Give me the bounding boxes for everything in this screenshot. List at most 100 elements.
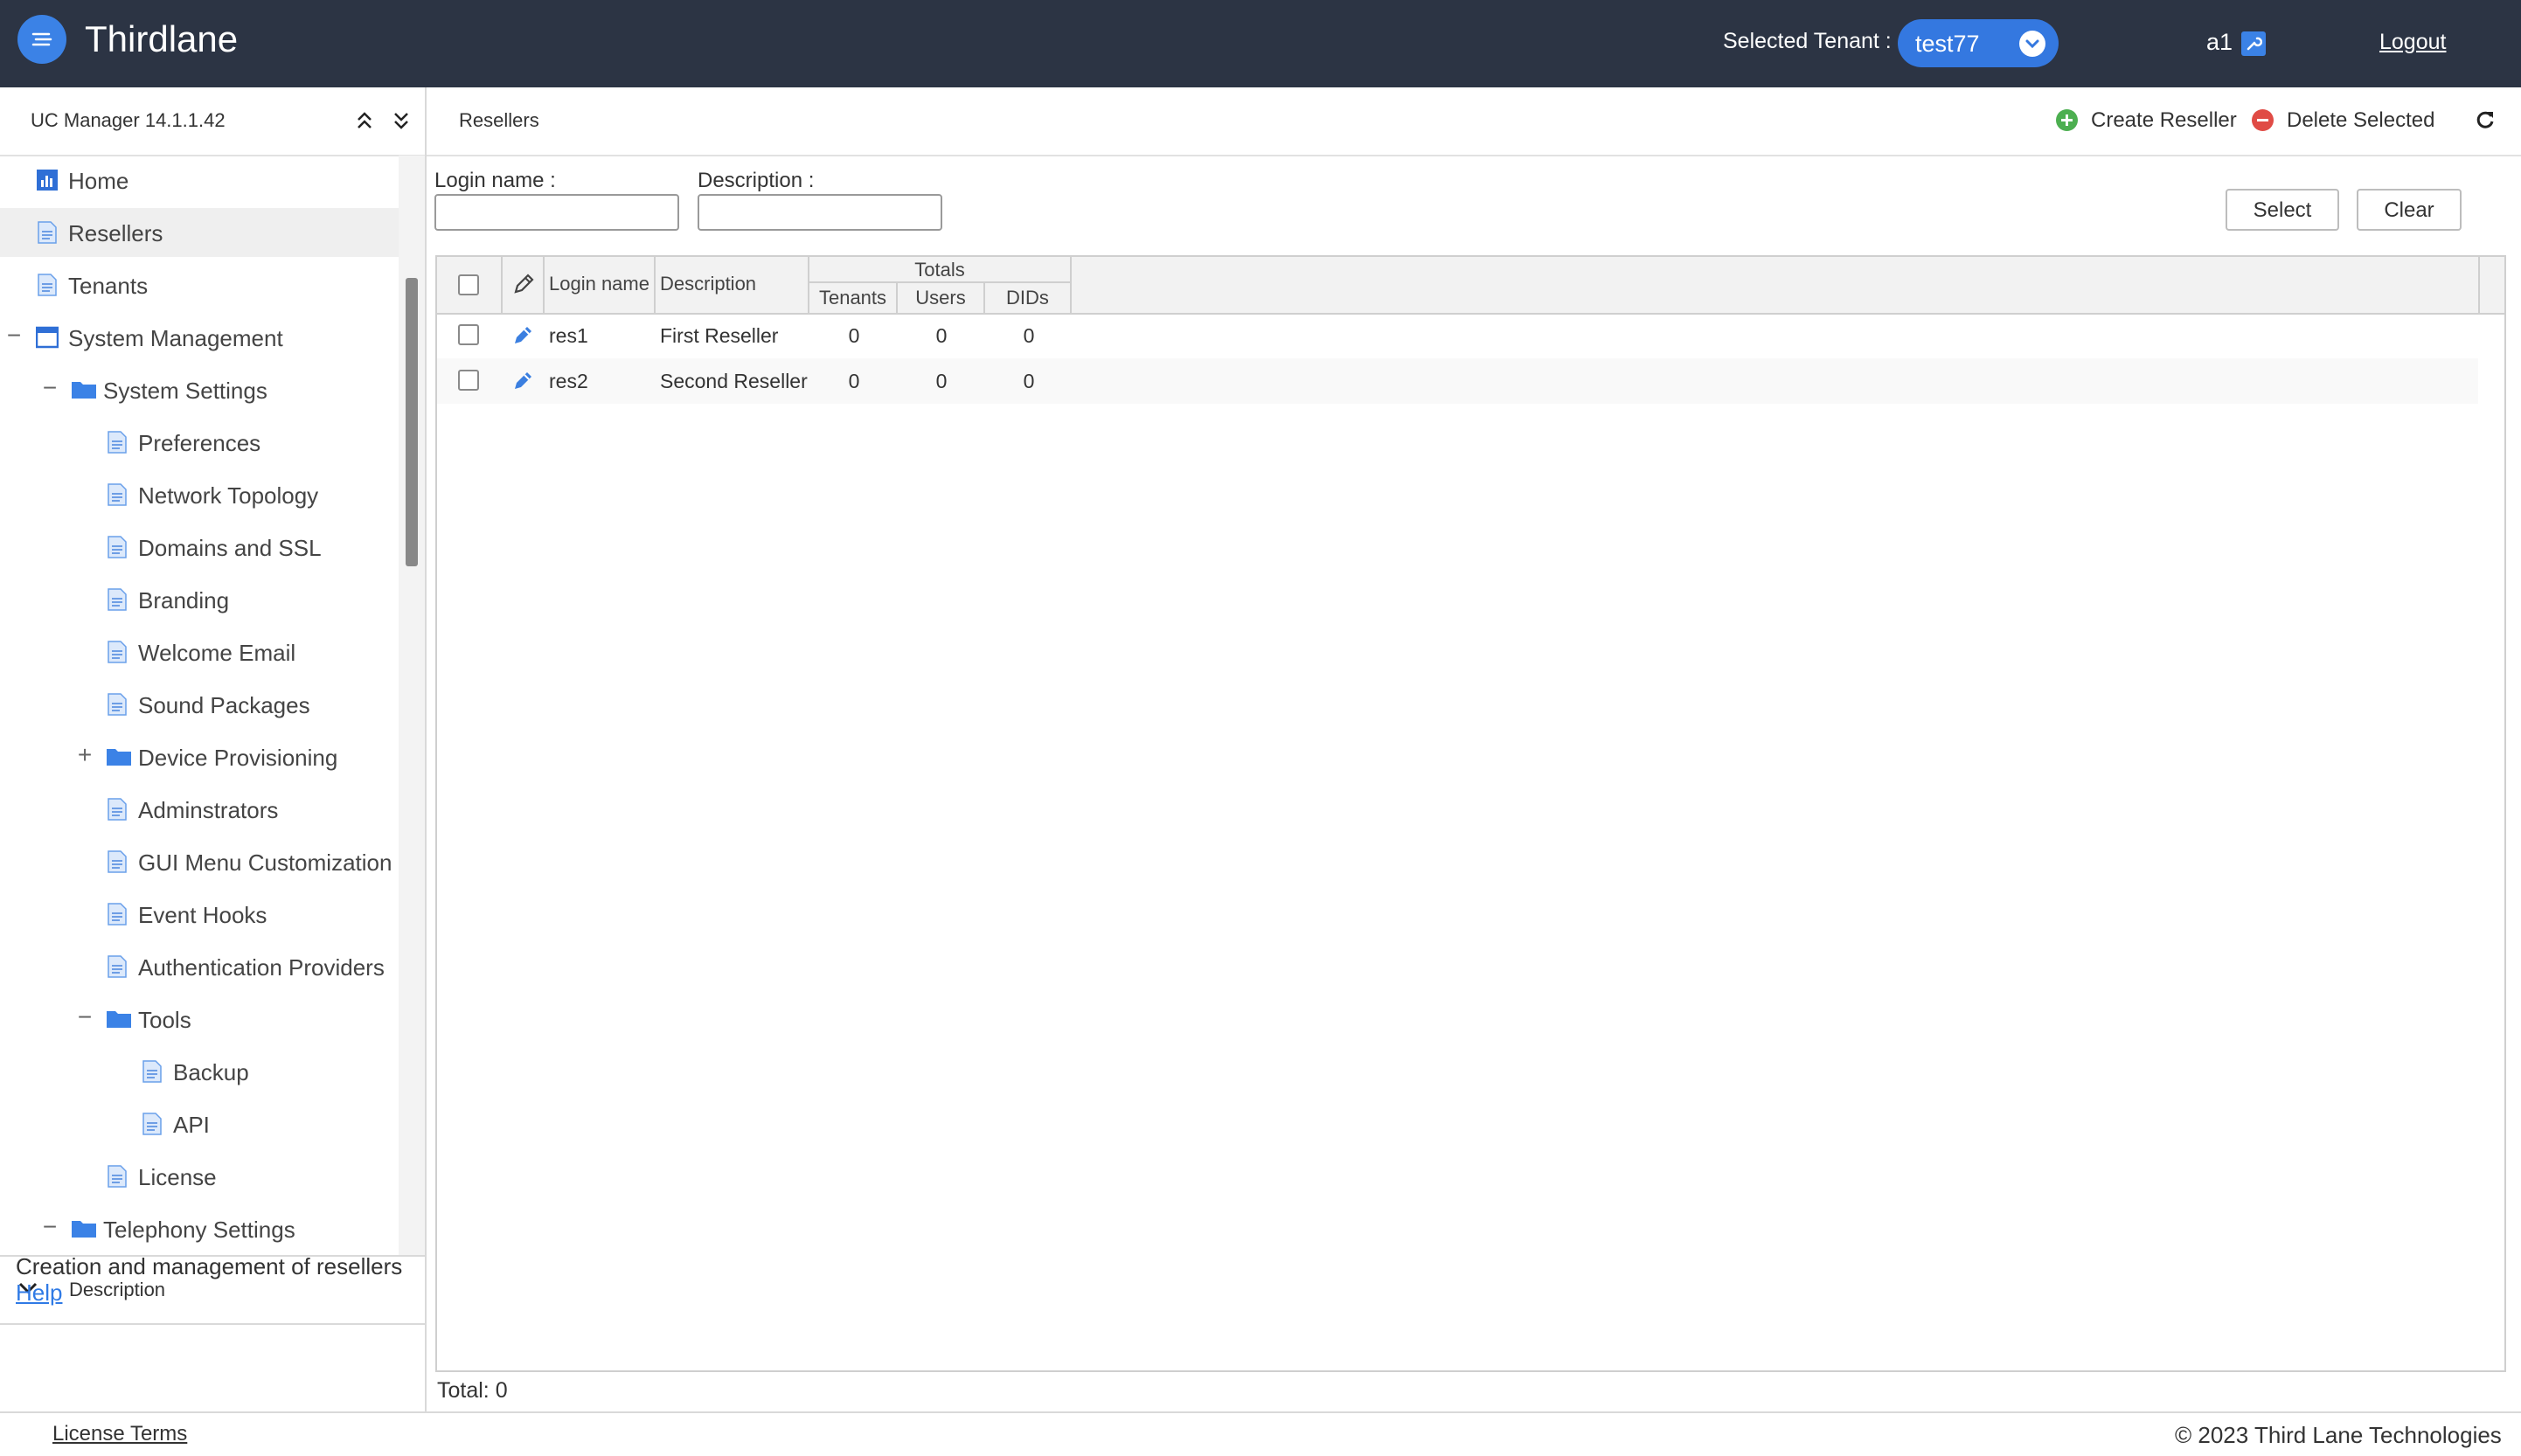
document-icon [142, 1113, 162, 1135]
nav-label: GUI Menu Customization [138, 849, 392, 876]
resellers-table: Login name Description Totals Tenants Us… [435, 255, 2506, 1372]
select-button[interactable]: Select [2226, 189, 2339, 231]
footer: License Terms © 2023 Third Lane Technolo… [0, 1411, 2521, 1456]
nav-item-event-hooks[interactable]: Event Hooks [0, 890, 399, 939]
header-users[interactable]: Users [898, 283, 985, 313]
menu-icon[interactable] [17, 15, 66, 64]
nav-label: Network Topology [138, 482, 319, 509]
nav-item-preferences[interactable]: Preferences [0, 418, 399, 467]
clear-button[interactable]: Clear [2357, 189, 2462, 231]
nav-label: Backup [173, 1059, 249, 1085]
nav-label: Branding [138, 587, 230, 614]
table-row[interactable]: res2 Second Reseller 0 0 0 [437, 358, 2478, 404]
header-select-cell [437, 257, 503, 313]
folder-icon [107, 749, 131, 766]
help-link[interactable]: Help [16, 1279, 62, 1307]
nav-item-domains-ssl[interactable]: Domains and SSL [0, 523, 399, 572]
header-login-name[interactable]: Login name [545, 257, 656, 313]
document-icon [108, 536, 127, 558]
edit-pencil-icon[interactable] [511, 370, 534, 392]
nav-label: Resellers [68, 220, 163, 246]
login-name-label: Login name : [434, 169, 556, 192]
window-icon [36, 326, 59, 349]
nav-label: Device Provisioning [138, 745, 338, 771]
nav-label: Domains and SSL [138, 535, 322, 561]
header-description[interactable]: Description [656, 257, 809, 313]
nav-label: Sound Packages [138, 692, 310, 718]
document-icon [108, 903, 127, 926]
nav-label: Event Hooks [138, 902, 267, 928]
row-checkbox[interactable] [458, 324, 479, 345]
nav-item-tools[interactable]: − Tools [0, 995, 399, 1043]
nav-label: Adminstrators [138, 797, 279, 823]
nav-item-resellers[interactable]: Resellers [0, 208, 399, 257]
nav-item-gui-menu-customization[interactable]: GUI Menu Customization [0, 837, 399, 886]
nav-item-authentication-providers[interactable]: Authentication Providers [0, 942, 399, 991]
cell-tenants: 0 [848, 324, 860, 347]
nav-item-sound-packages[interactable]: Sound Packages [0, 680, 399, 729]
document-icon [108, 798, 127, 821]
cell-login: res1 [549, 324, 588, 347]
total-count: Total: 0 [437, 1378, 508, 1403]
nav-item-license[interactable]: License [0, 1152, 399, 1201]
nav-label: License [138, 1164, 217, 1190]
nav-item-api[interactable]: API [0, 1099, 399, 1148]
left-panel: UC Manager 14.1.1.42 Home Resellers Tena… [0, 87, 427, 1411]
nav-item-administrators[interactable]: Adminstrators [0, 785, 399, 834]
table-row[interactable]: res1 First Reseller 0 0 0 [437, 313, 2478, 358]
nav-item-welcome-email[interactable]: Welcome Email [0, 627, 399, 676]
nav-item-telephony-settings[interactable]: − Telephony Settings [0, 1204, 399, 1253]
document-icon [108, 850, 127, 873]
nav-item-branding[interactable]: Branding [0, 575, 399, 624]
collapse-toggle[interactable]: − [76, 1003, 94, 1031]
minus-circle-icon [2252, 109, 2274, 131]
document-icon [108, 955, 127, 978]
nav-item-home[interactable]: Home [0, 156, 399, 205]
left-panel-header: UC Manager 14.1.1.42 [0, 87, 425, 156]
description-input[interactable] [698, 194, 942, 231]
logout-link[interactable]: Logout [2379, 30, 2446, 55]
expand-all-icon[interactable] [392, 110, 411, 135]
nav-item-backup[interactable]: Backup [0, 1047, 399, 1096]
wrench-icon[interactable] [2241, 31, 2266, 56]
row-checkbox[interactable] [458, 370, 479, 391]
collapse-toggle[interactable]: − [41, 374, 59, 402]
nav-label: System Settings [103, 378, 267, 404]
tenant-select[interactable]: test77 [1898, 19, 2059, 67]
top-bar: Thirdlane Selected Tenant : test77 a1 Lo… [0, 0, 2521, 87]
description-filter-label: Description : [698, 169, 815, 192]
header-scroll-spacer [2478, 257, 2504, 313]
document-icon [108, 1165, 127, 1188]
nav-label: Telephony Settings [103, 1217, 295, 1243]
pencil-icon [514, 274, 534, 294]
document-icon [142, 1060, 162, 1083]
folder-icon [72, 382, 96, 399]
header-dids[interactable]: DIDs [985, 283, 1072, 313]
document-icon [108, 641, 127, 663]
tenant-label: Selected Tenant : [1723, 29, 1892, 53]
nav-item-system-management[interactable]: − System Management [0, 313, 399, 362]
scroll-thumb[interactable] [406, 278, 418, 566]
edit-pencil-icon[interactable] [511, 324, 534, 347]
nav-scrollbar[interactable] [399, 156, 425, 1255]
collapse-toggle[interactable]: − [5, 322, 23, 350]
refresh-icon[interactable] [2474, 108, 2497, 135]
expand-toggle[interactable]: + [76, 741, 94, 769]
app-title: Thirdlane [85, 18, 239, 59]
select-all-checkbox[interactable] [458, 274, 479, 295]
nav-item-device-provisioning[interactable]: + Device Provisioning [0, 732, 399, 781]
collapse-toggle[interactable]: − [41, 1213, 59, 1241]
nav-item-tenants[interactable]: Tenants [0, 260, 399, 309]
license-terms-link[interactable]: License Terms [52, 1422, 187, 1446]
folder-icon [72, 1221, 96, 1238]
document-icon [108, 483, 127, 506]
nav-item-network-topology[interactable]: Network Topology [0, 470, 399, 519]
nav-label: Tools [138, 1007, 191, 1033]
nav-item-system-settings[interactable]: − System Settings [0, 365, 399, 414]
collapse-all-icon[interactable] [355, 110, 374, 135]
login-name-input[interactable] [434, 194, 679, 231]
plus-circle-icon [2056, 109, 2078, 131]
description-title: Description [69, 1279, 166, 1300]
header-tenants[interactable]: Tenants [809, 283, 898, 313]
delete-selected-label: Delete Selected [2287, 108, 2435, 132]
